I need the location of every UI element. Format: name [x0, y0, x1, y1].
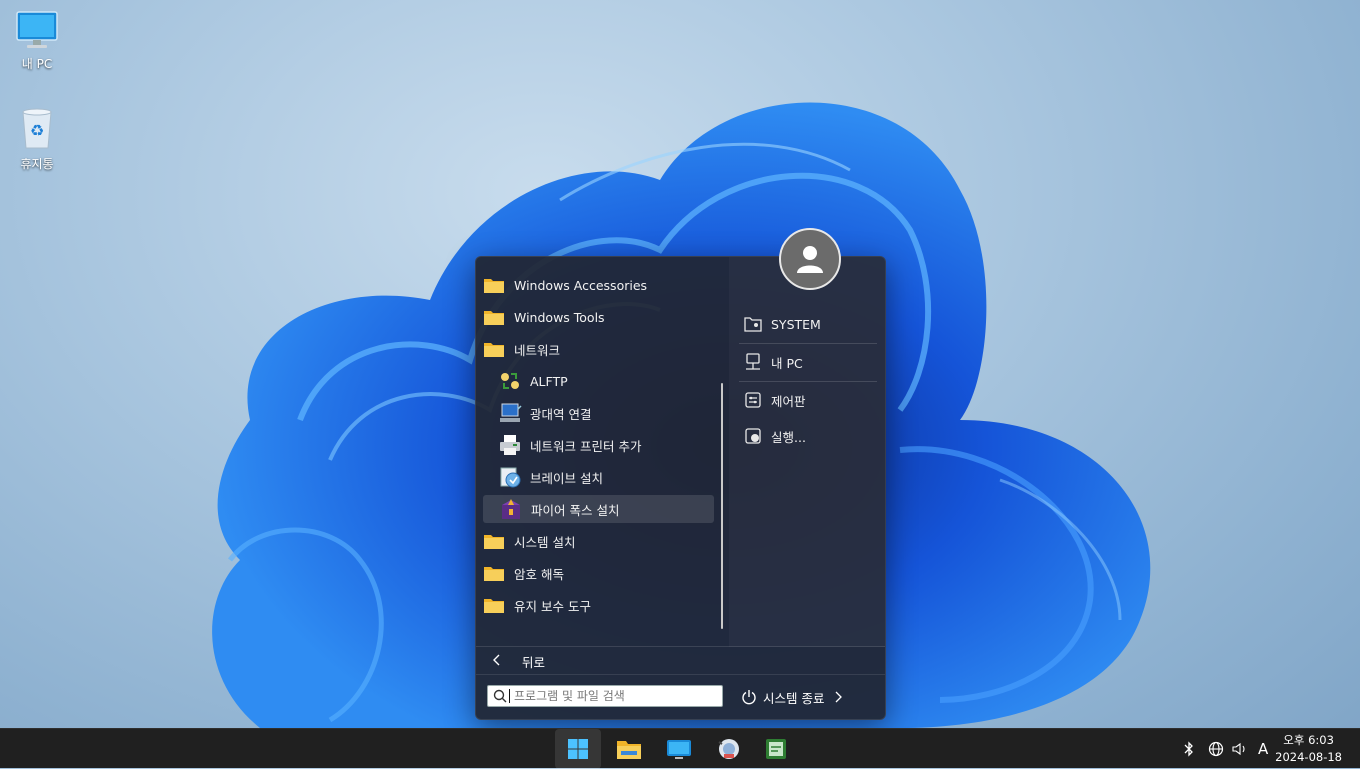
- program-label: 광대역 연결: [530, 406, 592, 422]
- firefox-installer-icon: [499, 497, 523, 521]
- windows-logo-icon: [568, 739, 588, 759]
- right-item-label: 제어판: [771, 393, 806, 409]
- desktop-icon-recycle-bin[interactable]: ♻ 휴지통: [1, 106, 73, 172]
- svg-text:♻: ♻: [30, 121, 44, 140]
- search-input[interactable]: [510, 689, 714, 703]
- right-item-label: 내 PC: [771, 355, 803, 371]
- program-item[interactable]: 시스템 설치: [482, 527, 714, 555]
- folder-icon: [617, 741, 641, 759]
- power-icon: [741, 689, 757, 705]
- back-label: 뒤로: [522, 654, 546, 670]
- clock[interactable]: 오후 6:03 2024-08-18: [1275, 732, 1342, 766]
- ftp-transfer-icon: [498, 369, 522, 393]
- taskbar-desktop[interactable]: [656, 729, 702, 769]
- user-folder-icon: [743, 314, 763, 334]
- start-menu: Windows Accessories Windows Tools 네트워크 A…: [475, 256, 886, 720]
- run-icon: [743, 426, 763, 446]
- clock-date: 2024-08-18: [1275, 750, 1342, 764]
- program-item[interactable]: 브레이브 설치: [498, 463, 714, 491]
- folder-icon: [482, 305, 506, 329]
- volume-icon[interactable]: [1232, 742, 1250, 756]
- program-item[interactable]: 네트워크: [482, 335, 714, 363]
- folder-icon: [482, 273, 506, 297]
- ime-indicator[interactable]: A: [1258, 740, 1268, 758]
- monitor-icon: [667, 740, 691, 759]
- recycle-bin-icon: ♻: [22, 108, 52, 149]
- folder-icon: [482, 337, 506, 361]
- folder-icon: [482, 561, 506, 585]
- program-label: Windows Tools: [514, 309, 605, 325]
- program-item[interactable]: Windows Accessories: [482, 271, 714, 299]
- chevron-right-icon[interactable]: [834, 691, 843, 703]
- back-button[interactable]: 뒤로: [476, 646, 885, 675]
- program-item[interactable]: 광대역 연결: [498, 399, 714, 427]
- monitor-icon: [16, 11, 58, 48]
- program-label: 네트워크: [514, 342, 561, 358]
- app-icon: [766, 739, 786, 759]
- chevron-left-icon: [492, 654, 512, 669]
- program-item[interactable]: Windows Tools: [482, 303, 714, 331]
- right-item-run[interactable]: 실행...: [743, 419, 871, 453]
- shutdown-label: 시스템 종료: [763, 690, 825, 706]
- program-list: Windows Accessories Windows Tools 네트워크 A…: [476, 263, 726, 647]
- start-bottom-bar: 시스템 종료: [476, 674, 885, 719]
- clock-time: 오후 6:03: [1283, 733, 1334, 747]
- taskbar: A 오후 6:03 2024-08-18: [0, 728, 1360, 769]
- right-item-system[interactable]: SYSTEM: [743, 307, 871, 341]
- network-globe-icon[interactable]: [1208, 741, 1226, 757]
- user-avatar-icon[interactable]: [779, 228, 841, 290]
- computer-icon: [743, 352, 763, 372]
- program-item[interactable]: 네트워크 프린터 추가: [498, 431, 714, 459]
- program-label: 브레이브 설치: [530, 470, 603, 486]
- right-item-label: SYSTEM: [771, 316, 821, 332]
- right-item-my-pc[interactable]: 내 PC: [743, 345, 871, 379]
- folder-icon: [482, 529, 506, 553]
- desktop-icon-my-pc[interactable]: 내 PC: [1, 10, 73, 72]
- search-box[interactable]: [487, 685, 723, 707]
- app-icon: [718, 739, 739, 759]
- program-label: Windows Accessories: [514, 277, 648, 293]
- program-label: ALFTP: [530, 373, 568, 389]
- taskbar-app-5[interactable]: [753, 729, 799, 769]
- program-label: 시스템 설치: [514, 534, 576, 550]
- start-right-pane: SYSTEM 내 PC 제어판 실행...: [729, 257, 885, 647]
- control-panel-icon: [743, 390, 763, 410]
- start-button[interactable]: [555, 729, 601, 769]
- divider: [739, 381, 877, 382]
- program-label: 암호 해독: [514, 566, 564, 582]
- network-computer-icon: [498, 401, 522, 425]
- brave-installer-icon: [498, 465, 522, 489]
- folder-icon: [482, 593, 506, 617]
- program-item[interactable]: 유지 보수 도구: [482, 591, 714, 619]
- divider: [739, 343, 877, 344]
- shutdown-button[interactable]: 시스템 종료: [741, 685, 843, 709]
- search-icon: [493, 689, 507, 703]
- program-label: 유지 보수 도구: [514, 598, 591, 614]
- taskbar-file-explorer[interactable]: [606, 729, 652, 769]
- printer-icon: [498, 433, 522, 457]
- desktop-icon-label: 내 PC: [21, 57, 53, 71]
- program-list-scrollbar[interactable]: [721, 383, 723, 629]
- bluetooth-icon[interactable]: [1184, 741, 1200, 757]
- right-item-label: 실행...: [771, 429, 806, 445]
- taskbar-app-4[interactable]: [705, 729, 751, 769]
- system-tray: A: [1184, 729, 1268, 769]
- program-label: 파이어 폭스 설치: [531, 502, 620, 518]
- right-item-control-panel[interactable]: 제어판: [743, 383, 871, 417]
- desktop-icon-label: 휴지통: [20, 157, 54, 171]
- program-item[interactable]: ALFTP: [498, 367, 714, 395]
- program-item[interactable]: 암호 해독: [482, 559, 714, 587]
- program-label: 네트워크 프린터 추가: [530, 438, 642, 454]
- program-item-highlighted[interactable]: 파이어 폭스 설치: [483, 495, 714, 523]
